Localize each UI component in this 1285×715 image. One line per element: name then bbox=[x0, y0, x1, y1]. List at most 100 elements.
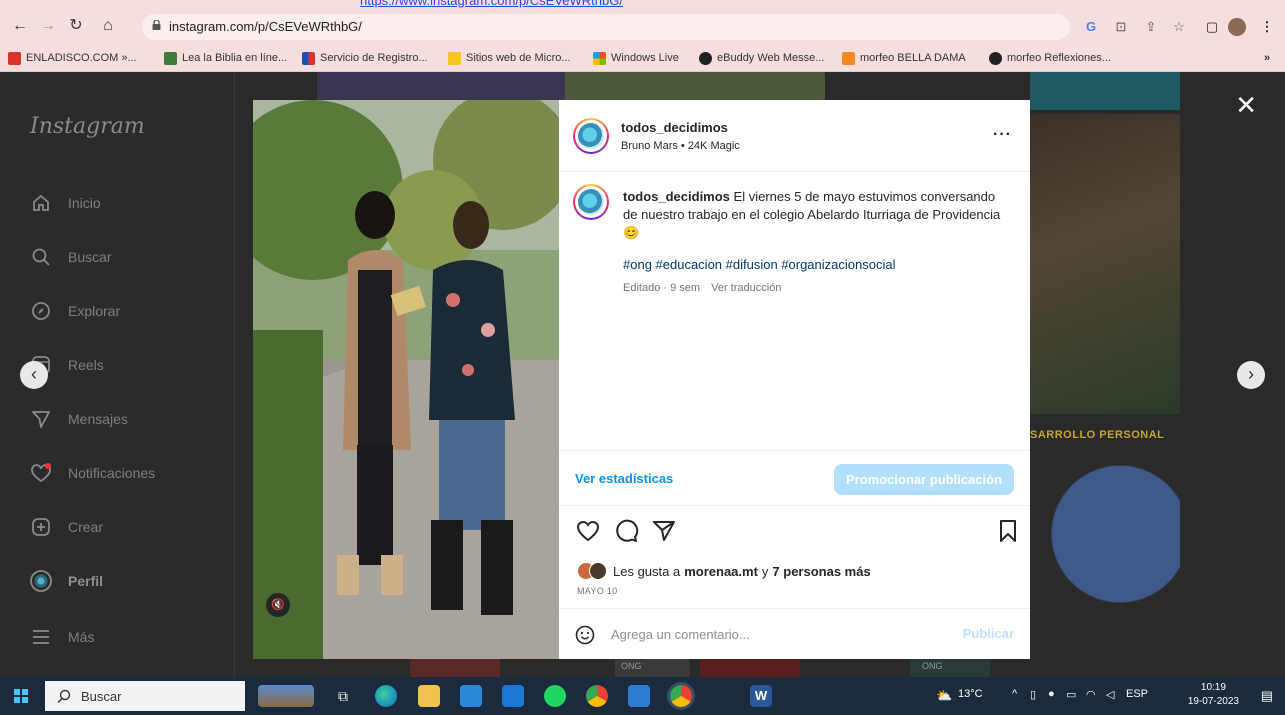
bookmark-favicon bbox=[448, 51, 461, 65]
volume-icon[interactable]: ◁ bbox=[1106, 688, 1114, 701]
likes-user[interactable]: morenaa.mt bbox=[684, 564, 758, 579]
input-language[interactable]: ESP bbox=[1126, 688, 1148, 700]
store-icon[interactable] bbox=[460, 685, 482, 707]
caption-username[interactable]: todos_decidimos bbox=[623, 189, 730, 204]
home-browser-icon[interactable]: ⌂ bbox=[98, 16, 118, 36]
menu-dots-icon[interactable]: ⋮ bbox=[1258, 18, 1276, 36]
top-link[interactable]: https://www.instagram.com/p/CsEVeWRthbG/ bbox=[360, 0, 623, 8]
view-insights-link[interactable]: Ver estadísticas bbox=[575, 471, 673, 486]
avatar[interactable] bbox=[573, 118, 609, 154]
sidebar-item-crear[interactable]: Crear bbox=[30, 514, 103, 540]
instagram-logo[interactable]: Instagram bbox=[30, 114, 145, 139]
back-icon[interactable]: ← bbox=[10, 16, 30, 36]
translate-link[interactable]: Ver traducción bbox=[711, 282, 781, 294]
like-heart-icon[interactable] bbox=[575, 518, 601, 544]
address-bar[interactable]: instagram.com/p/CsEVeWRthbG/ bbox=[142, 14, 1070, 40]
top-link-strip: https://www.instagram.com/p/CsEVeWRthbG/ bbox=[0, 0, 1285, 10]
windows-start-icon[interactable] bbox=[14, 689, 28, 703]
promote-post-button[interactable]: Promocionar publicación bbox=[834, 464, 1014, 495]
chrome-icon[interactable] bbox=[586, 685, 608, 707]
taskbar-search[interactable]: Buscar bbox=[45, 681, 245, 711]
battery-icon[interactable]: ▭ bbox=[1066, 688, 1076, 701]
post-meta: Editado · 9 sem Ver traducción bbox=[623, 282, 789, 294]
emoji-icon[interactable] bbox=[575, 625, 595, 645]
bookmark-ebuddy[interactable]: eBuddy Web Messe... bbox=[699, 50, 824, 66]
bookmark-sitios-web[interactable]: Sitios web de Micro... bbox=[448, 50, 571, 66]
likes-suffix: y bbox=[761, 563, 769, 579]
tray-app-icon[interactable]: ▯ bbox=[1030, 688, 1036, 701]
save-bookmark-icon[interactable] bbox=[995, 518, 1021, 544]
caption-avatar[interactable] bbox=[573, 184, 609, 220]
app-icon[interactable] bbox=[628, 685, 650, 707]
google-translate-icon[interactable]: G bbox=[1082, 18, 1100, 36]
grid-tile bbox=[700, 657, 800, 677]
sidebar-item-mas[interactable]: Más bbox=[30, 624, 94, 650]
mail-icon[interactable] bbox=[502, 685, 524, 707]
comment-icon[interactable] bbox=[613, 518, 639, 544]
word-icon[interactable]: W bbox=[750, 685, 772, 707]
more-options-icon[interactable]: ··· bbox=[993, 126, 1012, 144]
bookmark-enladisco[interactable]: ENLADISCO.COM »... bbox=[8, 50, 137, 66]
wifi-icon[interactable]: ◠ bbox=[1086, 688, 1096, 701]
profile-avatar-icon[interactable] bbox=[1228, 18, 1246, 36]
clock-date: 19-07-2023 bbox=[1187, 696, 1239, 707]
bookmark-servicio[interactable]: Servicio de Registro... bbox=[302, 50, 428, 66]
bookmark-star-icon[interactable]: ☆ bbox=[1170, 18, 1188, 36]
likes-others[interactable]: 7 personas más bbox=[772, 564, 870, 579]
bookmark-windows-live[interactable]: Windows Live bbox=[593, 50, 679, 66]
reload-icon[interactable]: ↻ bbox=[66, 16, 86, 36]
sidebar-item-notificaciones[interactable]: Notificaciones bbox=[30, 460, 155, 486]
chrome-active-icon[interactable] bbox=[670, 685, 692, 707]
bookmark-favicon bbox=[302, 51, 315, 65]
bookmark-biblia[interactable]: Lea la Biblia en líne... bbox=[164, 50, 287, 66]
notifications-icon[interactable]: ▤ bbox=[1261, 688, 1273, 704]
sidebar-item-mensajes[interactable]: Mensajes bbox=[30, 406, 128, 432]
forward-icon[interactable]: → bbox=[38, 16, 58, 36]
post-panel: todos_decidimos Bruno Mars • 24K Magic ·… bbox=[559, 100, 1030, 659]
next-post-arrow-icon[interactable]: › bbox=[1237, 361, 1265, 389]
post-actions bbox=[559, 516, 1030, 548]
task-view-icon[interactable]: ⧉ bbox=[332, 685, 354, 707]
taskbar-search-placeholder: Buscar bbox=[81, 688, 122, 704]
audio-track[interactable]: Bruno Mars • 24K Magic bbox=[621, 140, 740, 152]
sidebar-item-inicio[interactable]: Inicio bbox=[30, 190, 101, 216]
compass-icon bbox=[30, 300, 52, 322]
comment-bar: Publicar bbox=[559, 608, 1030, 659]
avatar-icon bbox=[30, 570, 52, 592]
bookmarks-more[interactable]: » bbox=[1264, 50, 1270, 66]
post-photo[interactable] bbox=[253, 100, 559, 659]
tray-chevron-icon[interactable]: ^ bbox=[1012, 688, 1017, 700]
sidepanel-icon[interactable]: ▢ bbox=[1203, 18, 1221, 36]
grid-tile: ONG bbox=[910, 657, 990, 677]
bookmark-morfeo-bella-dama[interactable]: morfeo BELLA DAMA bbox=[842, 50, 966, 66]
file-explorer-icon[interactable] bbox=[418, 685, 440, 707]
spotify-icon[interactable] bbox=[544, 685, 566, 707]
post-username[interactable]: todos_decidimos bbox=[621, 120, 728, 135]
sidebar-item-explorar[interactable]: Explorar bbox=[30, 298, 120, 324]
publish-comment-button[interactable]: Publicar bbox=[963, 626, 1014, 641]
weather-icon[interactable]: ⛅ bbox=[936, 688, 952, 704]
mute-audio-icon[interactable]: 🔇 bbox=[266, 593, 290, 617]
search-highlight-image[interactable] bbox=[258, 685, 314, 707]
edge-icon[interactable] bbox=[375, 685, 397, 707]
comment-input[interactable] bbox=[611, 623, 941, 645]
microphone-icon[interactable]: ● bbox=[1048, 688, 1055, 700]
close-modal-icon[interactable]: ✕ bbox=[1235, 92, 1257, 118]
bookmark-morfeo-reflexiones[interactable]: morfeo Reflexiones... bbox=[989, 50, 1111, 66]
menu-icon bbox=[30, 626, 52, 648]
bookmarks-bar: ENLADISCO.COM »... Lea la Biblia en líne… bbox=[0, 44, 1285, 72]
share-icon[interactable]: ⇪ bbox=[1142, 18, 1160, 36]
sidebar-item-perfil[interactable]: Perfil bbox=[30, 568, 103, 594]
weather-temp[interactable]: 13°C bbox=[958, 688, 983, 700]
bookmark-favicon bbox=[164, 51, 177, 65]
grid-tile bbox=[410, 657, 500, 677]
bookmark-favicon bbox=[842, 51, 855, 65]
share-send-icon[interactable] bbox=[651, 518, 677, 544]
prev-post-arrow-icon[interactable]: ‹ bbox=[20, 361, 48, 389]
bookmark-favicon bbox=[699, 51, 712, 65]
sidebar-item-buscar[interactable]: Buscar bbox=[30, 244, 112, 270]
clock[interactable]: 10:19 19-07-2023 bbox=[1188, 681, 1239, 709]
windows-logo-icon bbox=[593, 51, 606, 65]
hashtags[interactable]: #ong #educacion #difusion #organizacions… bbox=[623, 257, 895, 272]
install-icon[interactable]: ⊡ bbox=[1112, 18, 1130, 36]
